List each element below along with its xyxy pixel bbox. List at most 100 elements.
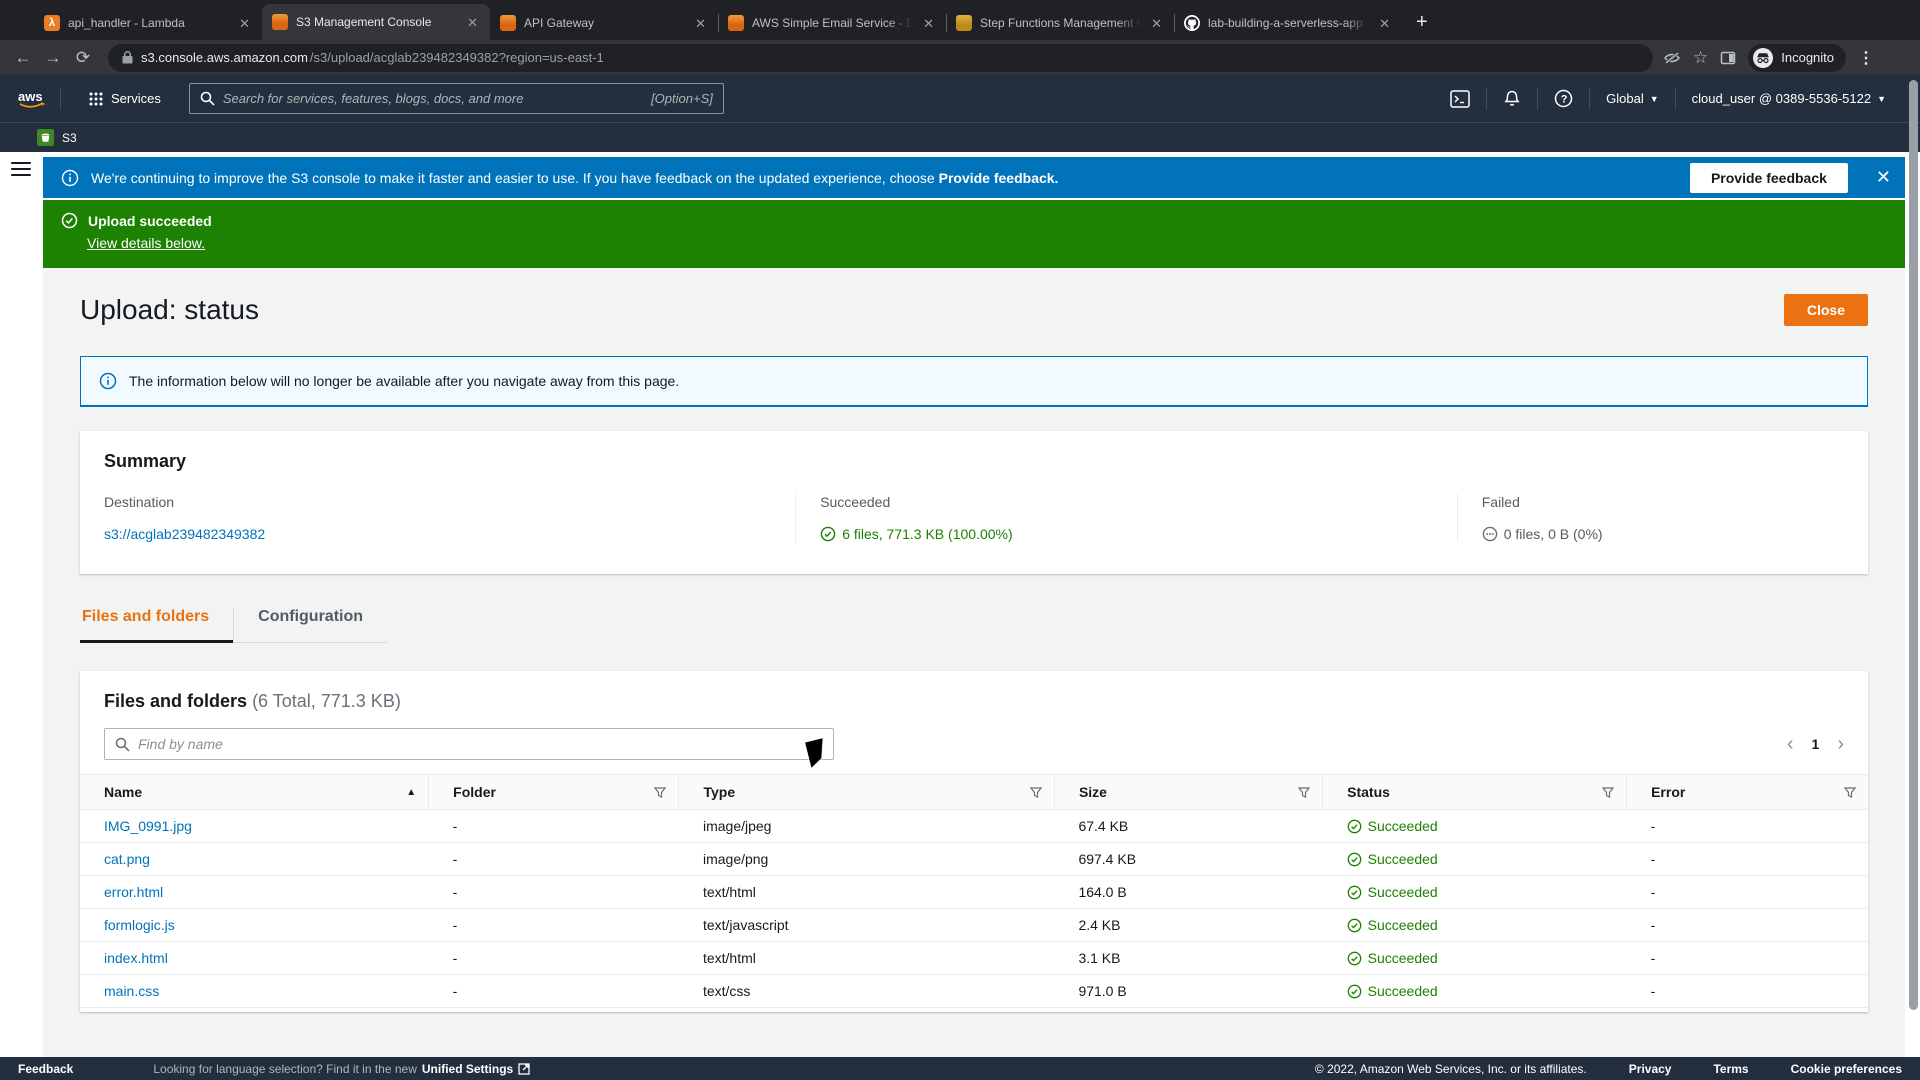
file-folder: - — [429, 876, 679, 909]
column-size[interactable]: Size — [1079, 784, 1107, 800]
close-icon[interactable]: ✕ — [1377, 15, 1392, 32]
close-icon[interactable]: ✕ — [465, 14, 480, 31]
feedback-link[interactable]: Feedback — [18, 1062, 73, 1076]
upload-succeeded-banner: Upload succeeded View details below. — [43, 200, 1905, 268]
tab-configuration[interactable]: Configuration — [233, 608, 387, 643]
destination-bucket-link[interactable]: s3://acglab239482349382 — [104, 526, 265, 542]
summary-heading: Summary — [104, 451, 1844, 472]
file-name-link[interactable]: main.css — [104, 983, 159, 999]
status-badge: Succeeded — [1368, 818, 1438, 834]
find-by-name-box[interactable] — [104, 728, 834, 760]
file-type: text/html — [679, 942, 1054, 975]
column-folder[interactable]: Folder — [453, 784, 496, 800]
status-badge: Succeeded — [1368, 950, 1438, 966]
lambda-icon: λ — [44, 15, 60, 31]
menu-hamburger-icon[interactable] — [11, 162, 31, 176]
github-icon — [1184, 15, 1200, 31]
find-by-name-input[interactable] — [138, 736, 823, 752]
tab-s3-console[interactable]: S3 Management Console ✕ — [262, 4, 490, 40]
close-icon[interactable]: ✕ — [693, 15, 708, 32]
column-name[interactable]: Name — [104, 784, 142, 800]
grid-icon — [89, 92, 103, 106]
tab-api-gateway[interactable]: API Gateway ✕ — [490, 6, 718, 40]
browser-tab-bar: λ api_handler - Lambda ✕ S3 Management C… — [0, 0, 1920, 40]
failed-value: 0 files, 0 B (0%) — [1504, 526, 1603, 542]
next-page-icon[interactable]: › — [1837, 734, 1844, 754]
tab-files-and-folders[interactable]: Files and folders — [80, 608, 233, 643]
failed-label: Failed — [1482, 494, 1844, 510]
check-circle-icon — [1347, 951, 1362, 966]
favorite-s3-label[interactable]: S3 — [62, 131, 77, 145]
file-name-link[interactable]: index.html — [104, 950, 168, 966]
close-icon[interactable]: ✕ — [921, 15, 936, 32]
scrollbar-thumb[interactable] — [1909, 80, 1918, 1010]
side-panel-icon[interactable] — [1720, 50, 1736, 66]
tab-lambda[interactable]: λ api_handler - Lambda ✕ — [34, 6, 262, 40]
files-card: Files and folders (6 Total, 771.3 KB) ‹ … — [80, 671, 1868, 1012]
notifications-bell-icon[interactable] — [1497, 89, 1527, 108]
file-name-link[interactable]: IMG_0991.jpg — [104, 818, 192, 834]
url-bar[interactable]: s3.console.aws.amazon.com/s3/upload/acgl… — [108, 44, 1653, 72]
close-button[interactable]: Close — [1784, 294, 1868, 326]
file-folder: - — [429, 909, 679, 942]
url-host: s3.console.aws.amazon.com — [141, 50, 308, 65]
ses-icon — [728, 15, 744, 31]
filter-icon[interactable] — [1844, 787, 1856, 798]
services-label: Services — [111, 91, 161, 106]
divider — [60, 88, 61, 110]
column-type[interactable]: Type — [703, 784, 735, 800]
back-icon[interactable]: ← — [8, 48, 38, 68]
close-icon[interactable]: ✕ — [237, 15, 252, 32]
privacy-link[interactable]: Privacy — [1629, 1062, 1672, 1076]
terms-link[interactable]: Terms — [1713, 1062, 1748, 1076]
close-icon[interactable]: ✕ — [1149, 15, 1164, 32]
region-selector[interactable]: Global ▼ — [1600, 91, 1665, 106]
aws-logo[interactable]: aws — [16, 88, 50, 110]
search-row: ‹ 1 › — [80, 728, 1868, 760]
close-banner-icon[interactable]: ✕ — [1876, 167, 1891, 188]
help-icon[interactable]: ? — [1548, 89, 1579, 108]
new-tab-button[interactable]: + — [1416, 11, 1428, 34]
tab-ses[interactable]: AWS Simple Email Service - De ✕ — [718, 6, 946, 40]
column-status[interactable]: Status — [1347, 784, 1390, 800]
favorites-bar: S3 — [0, 122, 1920, 152]
column-error[interactable]: Error — [1651, 784, 1685, 800]
screen: λ api_handler - Lambda ✕ S3 Management C… — [0, 0, 1920, 1080]
file-size: 67.4 KB — [1054, 810, 1322, 843]
view-details-link[interactable]: View details below. — [87, 235, 1891, 251]
check-circle-icon — [1347, 885, 1362, 900]
file-name-link[interactable]: cat.png — [104, 851, 150, 867]
unified-settings-link[interactable]: Unified Settings — [422, 1062, 513, 1076]
tab-title: AWS Simple Email Service - De — [752, 16, 913, 30]
reload-icon[interactable]: ⟳ — [68, 48, 98, 68]
eye-slash-icon[interactable] — [1663, 50, 1681, 66]
filter-icon[interactable] — [654, 787, 666, 798]
filter-icon[interactable] — [1602, 787, 1614, 798]
filter-icon[interactable] — [1298, 787, 1310, 798]
previous-page-icon[interactable]: ‹ — [1787, 734, 1794, 754]
tab-github[interactable]: lab-building-a-serverless-app ✕ — [1174, 6, 1402, 40]
cookie-preferences-link[interactable]: Cookie preferences — [1791, 1062, 1902, 1076]
cloudshell-icon[interactable] — [1444, 90, 1476, 108]
files-table: Name ▲ Folder Type Size Status Error IMG_… — [80, 774, 1868, 1008]
aws-search-box[interactable]: [Option+S] — [189, 83, 724, 114]
page-scrollbar[interactable] — [1909, 80, 1918, 1057]
file-name-link[interactable]: formlogic.js — [104, 917, 175, 933]
check-circle-icon — [61, 212, 78, 229]
svg-text:?: ? — [1561, 93, 1568, 105]
provide-feedback-button[interactable]: Provide feedback — [1690, 163, 1848, 193]
current-page[interactable]: 1 — [1812, 736, 1820, 752]
browser-menu-icon[interactable]: ⋮ — [1858, 48, 1874, 68]
aws-search-input[interactable] — [223, 91, 643, 106]
services-menu[interactable]: Services — [89, 91, 161, 106]
tab-step-functions[interactable]: Step Functions Management C ✕ — [946, 6, 1174, 40]
tab-title: api_handler - Lambda — [68, 16, 229, 30]
file-name-link[interactable]: error.html — [104, 884, 163, 900]
account-menu[interactable]: cloud_user @ 0389-5536-5122 ▼ — [1686, 91, 1892, 106]
filter-icon[interactable] — [1030, 787, 1042, 798]
forward-icon[interactable]: → — [38, 48, 68, 68]
sort-ascending-icon[interactable]: ▲ — [406, 787, 416, 798]
summary-columns: Destination s3://acglab239482349382 Succ… — [80, 472, 1868, 574]
s3-service-icon[interactable] — [37, 129, 54, 146]
bookmark-star-icon[interactable]: ☆ — [1693, 48, 1708, 68]
